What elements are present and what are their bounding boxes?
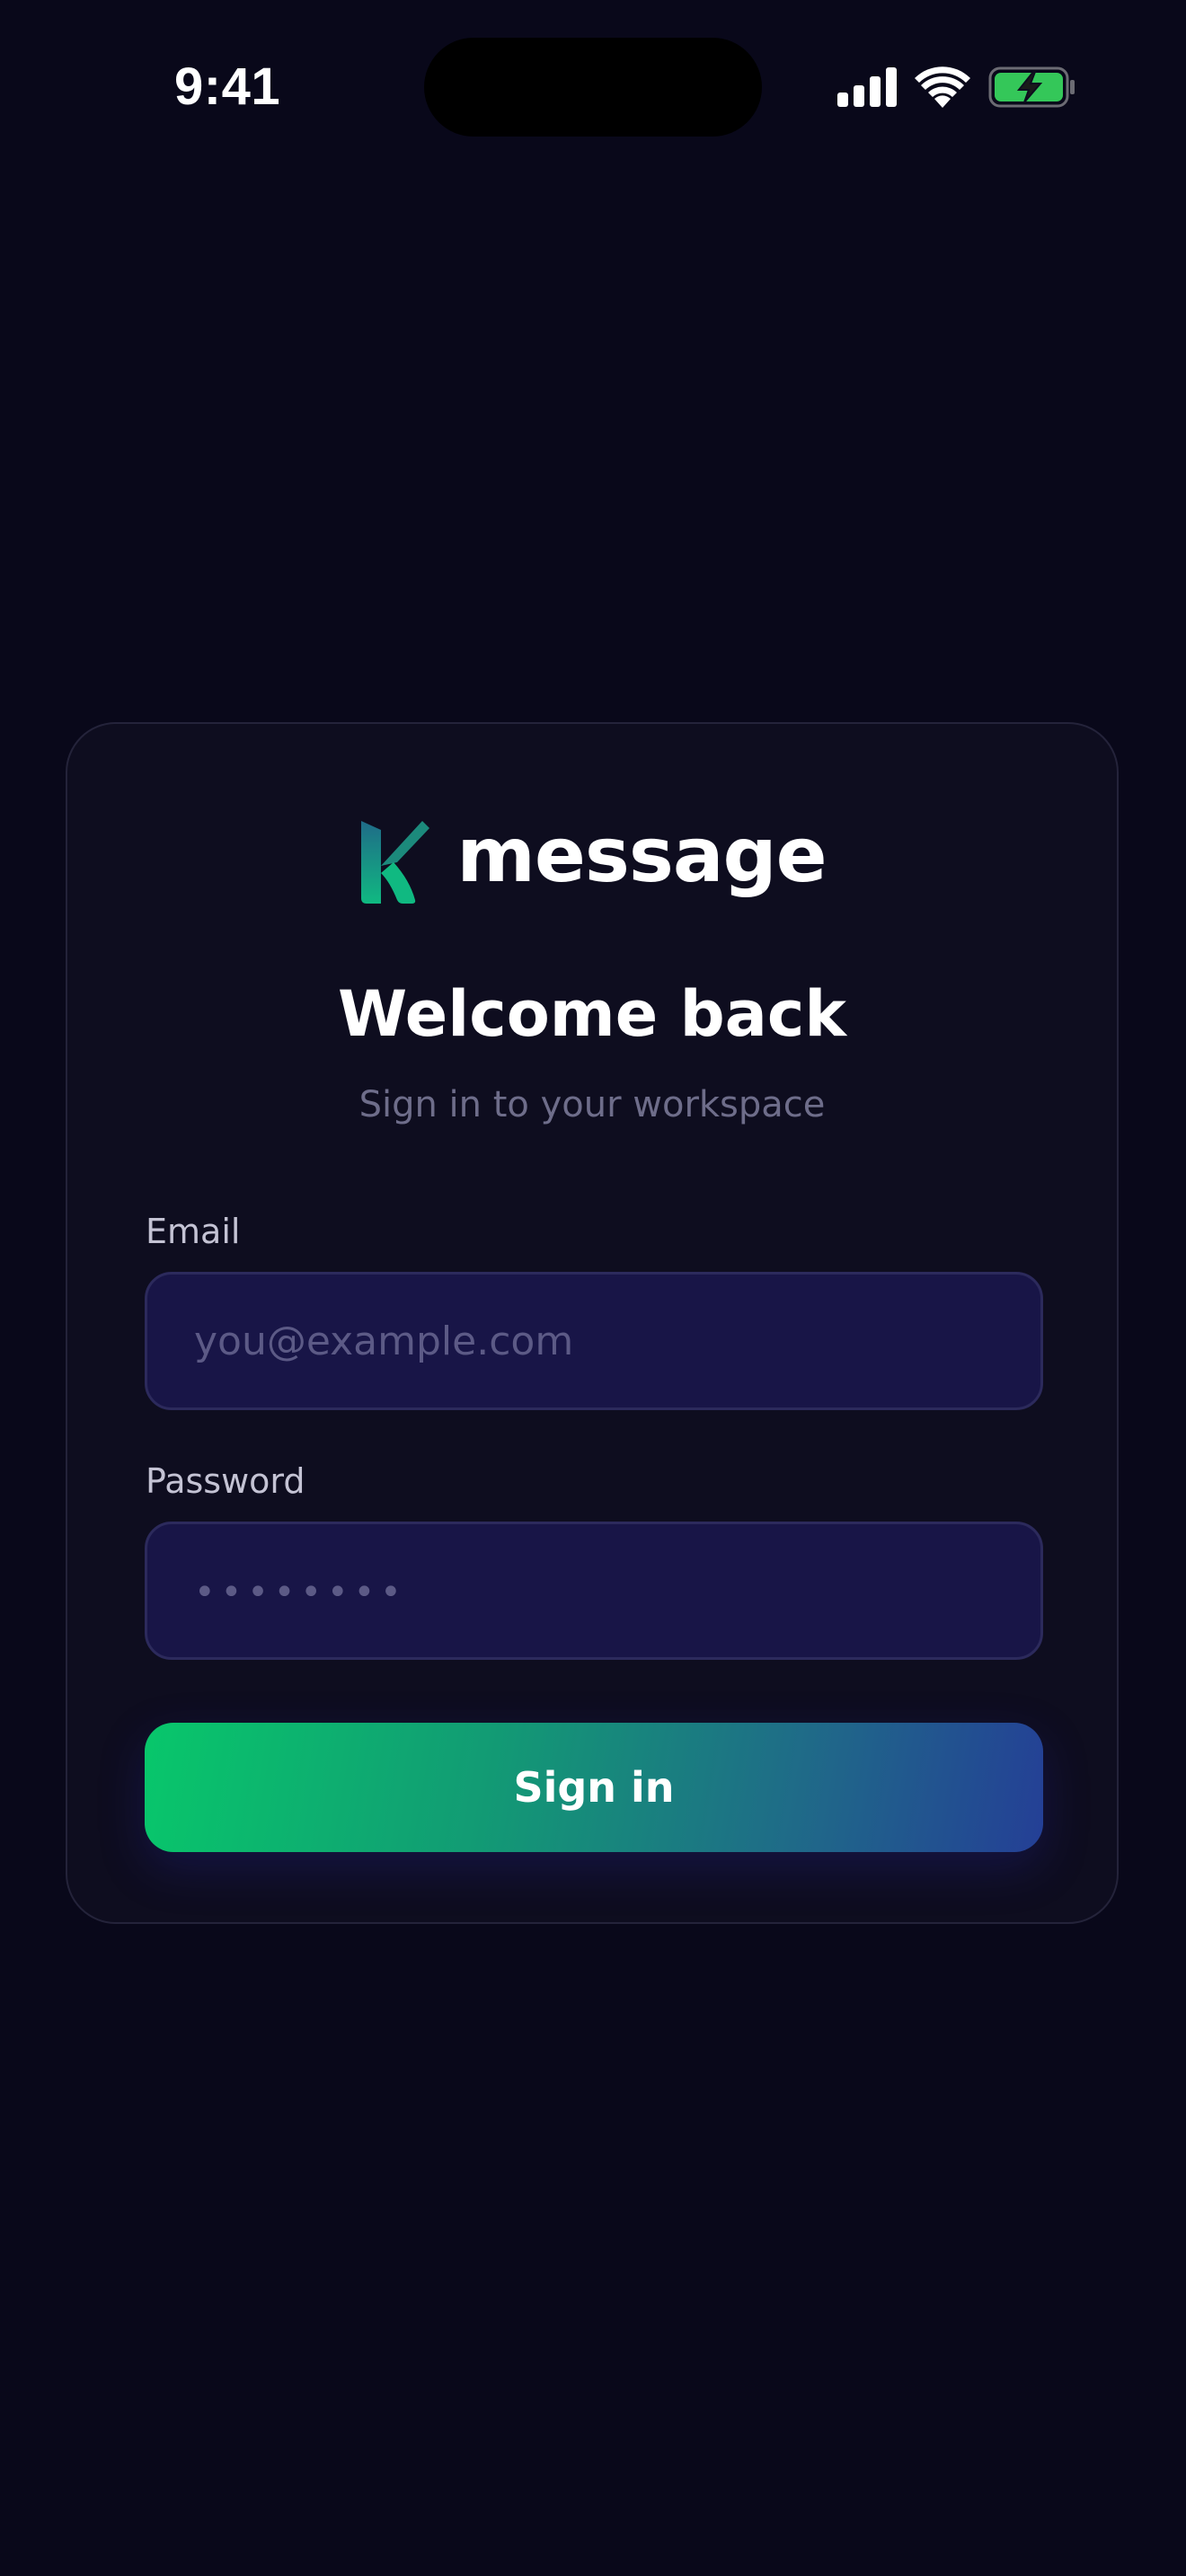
battery-charging-icon xyxy=(988,66,1076,108)
login-card: message Welcome back Sign in to your wor… xyxy=(66,722,1119,1924)
password-label: Password xyxy=(146,1461,305,1501)
brand-logo: message xyxy=(67,811,1117,907)
status-icons xyxy=(837,63,1076,111)
dynamic-island xyxy=(424,38,762,137)
wifi-icon xyxy=(915,66,970,108)
email-label: Email xyxy=(146,1212,241,1251)
password-field[interactable] xyxy=(145,1522,1043,1660)
sign-in-button[interactable]: Sign in xyxy=(145,1723,1043,1852)
status-time: 9:41 xyxy=(174,57,281,116)
k-logo-icon xyxy=(358,817,430,904)
cellular-signal-icon xyxy=(837,67,897,107)
page-subtitle: Sign in to your workspace xyxy=(358,1084,826,1125)
status-bar: 9:41 xyxy=(0,0,1186,171)
brand-name: message xyxy=(456,811,827,899)
page-title: Welcome back xyxy=(338,977,846,1051)
email-field[interactable] xyxy=(145,1272,1043,1410)
